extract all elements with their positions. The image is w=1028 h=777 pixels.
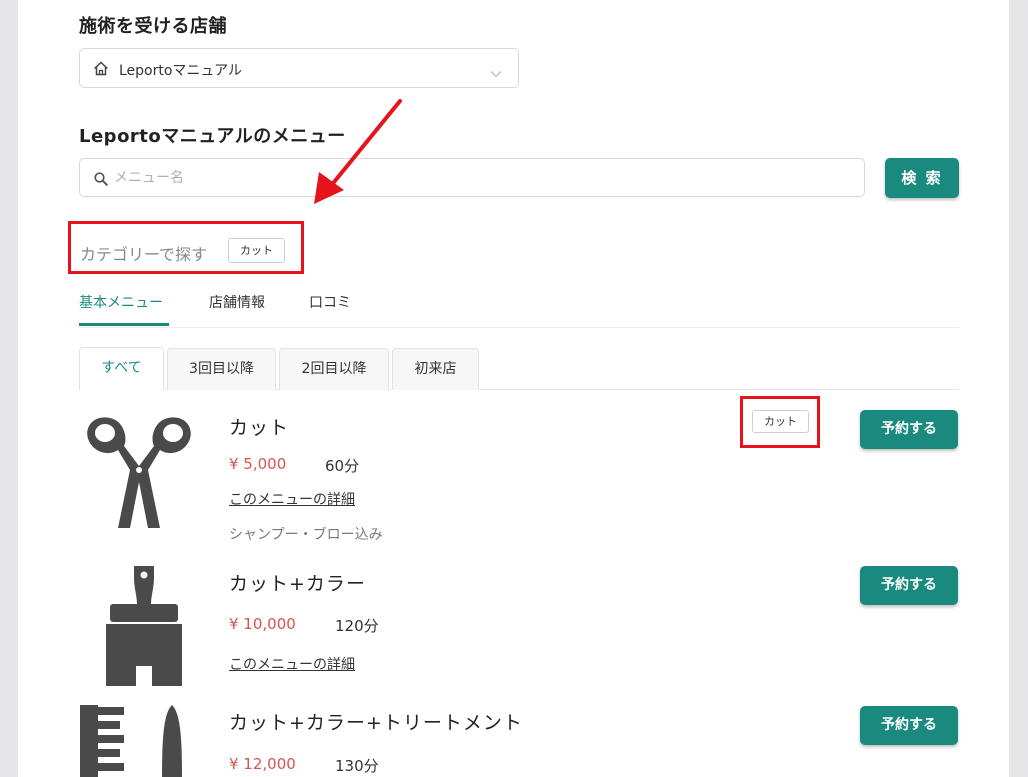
category-tag-cut[interactable]: カット bbox=[228, 238, 285, 263]
tab-store-info[interactable]: 店舗情報 bbox=[209, 292, 265, 312]
reserve-button[interactable]: 予約する bbox=[860, 706, 958, 745]
home-icon bbox=[93, 61, 109, 80]
menu-item-tag: カット bbox=[752, 410, 809, 433]
subtab-all[interactable]: すべて bbox=[79, 347, 164, 390]
tab-basic-menu[interactable]: 基本メニュー bbox=[79, 292, 163, 312]
tab-divider bbox=[79, 327, 959, 328]
menu-item-name: カット bbox=[229, 417, 290, 439]
menu-item-note: シャンプー・ブロー込み bbox=[229, 527, 383, 543]
store-section-title: 施術を受ける店舗 bbox=[79, 16, 227, 37]
category-label: カテゴリーで探す bbox=[80, 245, 208, 264]
menu-search-input[interactable] bbox=[114, 167, 814, 189]
store-select[interactable]: Leportoマニュアル bbox=[79, 48, 519, 88]
chevron-down-icon bbox=[490, 63, 502, 82]
paint-brush-icon bbox=[104, 566, 184, 690]
menu-item-detail-link[interactable]: このメニューの詳細 bbox=[229, 654, 355, 674]
menu-item-duration: 130分 bbox=[335, 757, 379, 775]
page: 施術を受ける店舗 Leportoマニュアル Leportoマニュアルのメニュー … bbox=[18, 0, 1009, 777]
menu-item-detail-link[interactable]: このメニューの詳細 bbox=[229, 489, 355, 509]
subtab-first-visit[interactable]: 初来店 bbox=[392, 348, 479, 390]
menu-item-price: ¥ 5,000 bbox=[229, 455, 287, 473]
comb-icon bbox=[80, 705, 192, 777]
menu-section-title: Leportoマニュアルのメニュー bbox=[79, 126, 346, 147]
scissors-icon bbox=[80, 410, 198, 534]
tab-reviews[interactable]: 口コミ bbox=[309, 292, 351, 312]
search-icon bbox=[94, 171, 108, 190]
reserve-button[interactable]: 予約する bbox=[860, 410, 958, 449]
active-tab-indicator bbox=[79, 323, 169, 326]
reserve-button[interactable]: 予約する bbox=[860, 566, 958, 605]
menu-item-name: カット+カラー+トリートメント bbox=[229, 712, 523, 734]
search-box bbox=[79, 158, 865, 197]
subtab-second-visit[interactable]: 2回目以降 bbox=[279, 348, 389, 390]
selected-store: Leportoマニュアル bbox=[119, 63, 243, 79]
search-button[interactable]: 検 索 bbox=[885, 158, 959, 198]
menu-item-price: ¥ 12,000 bbox=[229, 755, 296, 773]
subtab-third-visit[interactable]: 3回目以降 bbox=[167, 348, 276, 390]
menu-item-duration: 60分 bbox=[325, 457, 360, 475]
menu-item-name: カット+カラー bbox=[229, 573, 366, 595]
menu-item-duration: 120分 bbox=[335, 617, 379, 635]
menu-item-price: ¥ 10,000 bbox=[229, 615, 296, 633]
